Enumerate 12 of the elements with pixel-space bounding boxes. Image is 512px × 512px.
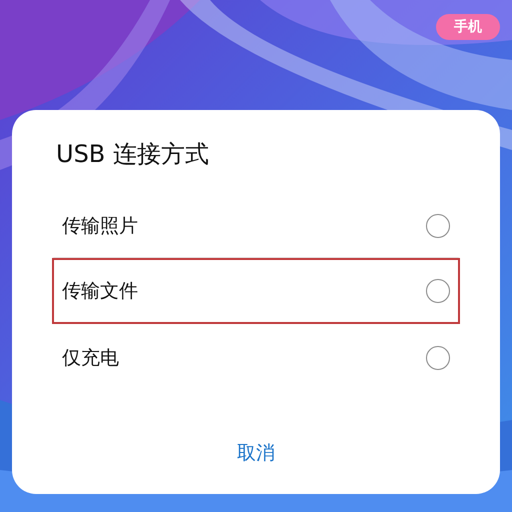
option-row[interactable]: 仅充电: [52, 324, 460, 390]
option-label: 传输照片: [62, 214, 138, 238]
option-label: 仅充电: [62, 346, 119, 370]
radio-button[interactable]: [426, 346, 450, 370]
radio-button[interactable]: [426, 214, 450, 238]
dialog-title: USB 连接方式: [56, 139, 210, 170]
radio-button[interactable]: [426, 279, 450, 303]
option-row[interactable]: 传输照片: [52, 192, 460, 258]
option-label: 传输文件: [62, 279, 138, 304]
badge: 手机: [436, 14, 500, 40]
cancel-button[interactable]: 取消: [227, 436, 285, 470]
option-row[interactable]: 传输文件: [52, 258, 460, 324]
